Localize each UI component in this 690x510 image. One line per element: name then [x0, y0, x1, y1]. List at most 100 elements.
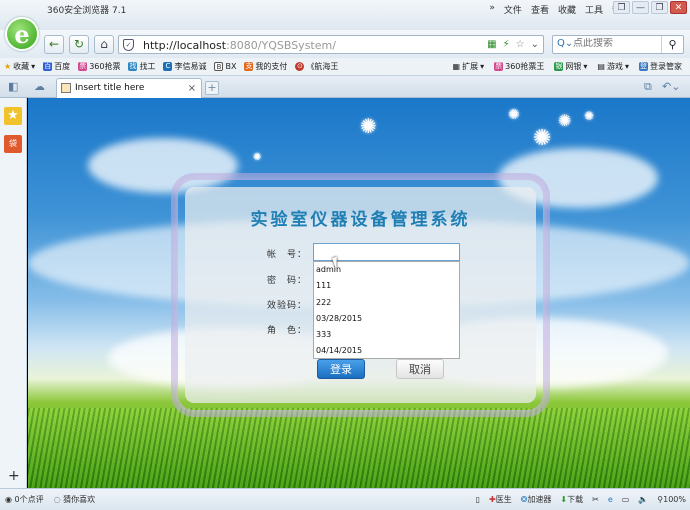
qr-code-icon[interactable]: ▦	[487, 39, 496, 50]
home-button[interactable]: ⌂	[94, 35, 114, 54]
title-bar: 360安全浏览器 7.1 » 文件 查看 收藏 工具 帮助 ❐ — ❐ ✕	[0, 0, 690, 30]
fav-label: BX	[225, 62, 237, 71]
heart-icon: ◌	[53, 495, 61, 504]
fav-extension[interactable]: ▦ 扩展 ▾	[449, 61, 489, 72]
fav-item-baidu[interactable]: 百百度	[39, 61, 74, 72]
sidebar-toggle-icon[interactable]: ◧	[8, 80, 18, 93]
download-button[interactable]: ⬇下载	[560, 494, 583, 505]
pay-icon: 支	[244, 62, 254, 71]
screenshot-icon[interactable]: ✂	[592, 495, 599, 504]
star-icon: ★	[4, 62, 12, 71]
fav-bank[interactable]: 银网银 ▾	[550, 61, 591, 72]
doctor-icon: ✚	[489, 495, 496, 504]
fav-item-game[interactable]: ⊙ 《航海王	[291, 61, 342, 72]
captcha-label: 效验码：	[266, 301, 307, 311]
menu-file[interactable]: 文件	[504, 3, 522, 16]
comment-count[interactable]: ◉ 0个点评	[5, 494, 44, 505]
fav-item-ticket[interactable]: 票 360抢票	[74, 61, 124, 72]
autocomplete-item[interactable]: 03/28/2015	[314, 311, 459, 327]
tab-close-icon[interactable]: ×	[188, 79, 196, 98]
search-engine-icon[interactable]: Q⌄	[557, 38, 573, 49]
system-title: 实验室仪器设备管理系统	[250, 210, 471, 230]
address-bar[interactable]: ✓ http://localhost:8080/YQSBSystem/ ▦ ⚡ …	[118, 35, 544, 54]
dandelion-icon: ✺	[360, 114, 377, 138]
back-button[interactable]: ←	[44, 35, 64, 54]
login-button[interactable]: 登录	[317, 359, 365, 379]
bank-icon: 银	[554, 62, 564, 71]
fav-label: 360抢票王	[505, 62, 545, 71]
accelerator-button[interactable]: ❂加速器	[521, 494, 552, 505]
browser-logo-icon[interactable]: e	[5, 17, 39, 51]
undo-icon[interactable]: ↶⌄	[662, 80, 680, 93]
zoom-control[interactable]: ⚲100%	[657, 495, 686, 504]
search-icon: ⚲	[668, 38, 677, 51]
dandelion-icon: ✺	[508, 107, 520, 123]
cloud-icon[interactable]: ☁	[34, 80, 45, 93]
fav-label: 《航海王	[306, 62, 339, 71]
window-icon[interactable]: ▭	[622, 495, 630, 504]
favorites-menu[interactable]: ★ 收藏 ▾	[0, 61, 39, 72]
fav-item-job[interactable]: 找找工	[124, 61, 159, 72]
minimize-button[interactable]: —	[632, 1, 649, 14]
fav-ticket-king[interactable]: 票 360抢票王	[490, 61, 548, 72]
chevron-down-icon: ▾	[583, 62, 588, 71]
status-right: ▯ ✚医生 ❂加速器 ⬇下载 ✂ e ▭ 🔈 ⚲100%	[476, 494, 686, 505]
refresh-button[interactable]: ↻	[69, 35, 89, 54]
doctor-button[interactable]: ✚医生	[489, 494, 512, 505]
sound-icon[interactable]: 🔈	[638, 495, 648, 504]
window-title: 360安全浏览器 7.1	[47, 6, 127, 16]
new-tab-button[interactable]: +	[205, 81, 219, 95]
autocomplete-item[interactable]: 04/14/2015	[314, 343, 459, 359]
tab-insert-title[interactable]: Insert title here ×	[56, 78, 202, 98]
job-icon: 找	[128, 62, 138, 71]
favorites-menu-label: 收藏	[13, 62, 30, 71]
search-button[interactable]: ⚲	[661, 36, 683, 53]
role-label: 角 色：	[266, 326, 307, 336]
phone-icon[interactable]: ▯	[476, 495, 480, 504]
back-arrow-icon: ←	[48, 37, 60, 51]
c-icon: C	[163, 62, 173, 71]
fav-games[interactable]: ▤ 游戏 ▾	[593, 61, 633, 72]
fav-item-pay[interactable]: 支我的支付	[240, 61, 291, 72]
menu-favorites[interactable]: 收藏	[558, 3, 576, 16]
chevron-down-icon: ▾	[31, 62, 36, 71]
autocomplete-item[interactable]: 111	[314, 278, 459, 294]
cancel-button[interactable]: 取消	[396, 359, 444, 379]
url-path: :8080/YQSBSystem/	[226, 39, 336, 52]
url-text[interactable]: http://localhost:8080/YQSBSystem/	[143, 39, 336, 52]
bx-icon: B	[214, 62, 224, 71]
search-input[interactable]	[573, 38, 653, 49]
recommend-link[interactable]: ◌ 猜你喜欢	[54, 494, 96, 505]
menu-tools[interactable]: 工具	[585, 3, 603, 16]
lightning-icon[interactable]: ⚡	[503, 39, 510, 50]
window-switch-icon[interactable]: ⧉	[644, 80, 652, 94]
tab-title: Insert title here	[75, 83, 145, 93]
ie-icon[interactable]: e	[608, 495, 613, 504]
grass-background	[28, 408, 690, 488]
gift-icon[interactable]: 袋	[4, 135, 22, 153]
close-button[interactable]: ✕	[670, 1, 687, 14]
favorites-star-icon[interactable]: ★	[4, 107, 22, 125]
fav-login-manager[interactable]: 登登录管家	[635, 61, 686, 72]
autocomplete-item[interactable]: 222	[314, 295, 459, 311]
menu-view[interactable]: 查看	[531, 3, 549, 16]
fav-item-bx[interactable]: B BX	[210, 62, 240, 71]
skin-button[interactable]: ❐	[613, 1, 630, 14]
tab-bar: ◧ ☁ Insert title here × + ⧉ ↶⌄	[0, 76, 690, 98]
menu-arrow-icon[interactable]: »	[489, 3, 495, 16]
favorites-bar: ★ 收藏 ▾ 百百度 票 360抢票 找找工 C 李信易诚 B BX 支我的支付 ⊙ 《航海…	[0, 58, 690, 76]
address-icons: ▦ ⚡ ☆ ⌄	[487, 39, 539, 50]
fav-item-c[interactable]: C 李信易诚	[159, 61, 210, 72]
home-icon: ⌂	[100, 37, 108, 51]
autocomplete-item[interactable]: 333	[314, 327, 459, 343]
search-box: Q⌄ ⚲	[552, 35, 684, 54]
chevron-down-icon: ▾	[624, 62, 629, 71]
favorite-star-icon[interactable]: ☆	[516, 39, 525, 50]
chevron-down-icon[interactable]: ⌄	[531, 39, 539, 50]
fav-label: 网银	[565, 62, 582, 71]
maximize-button[interactable]: ❐	[651, 1, 668, 14]
refresh-icon: ↻	[73, 37, 85, 51]
dandelion-icon: ✺	[584, 109, 595, 123]
add-icon[interactable]: +	[8, 468, 20, 484]
login-panel: 实验室仪器设备管理系统 帐 号： 密 码： 效验码： 角 色： admin 11…	[178, 180, 543, 410]
